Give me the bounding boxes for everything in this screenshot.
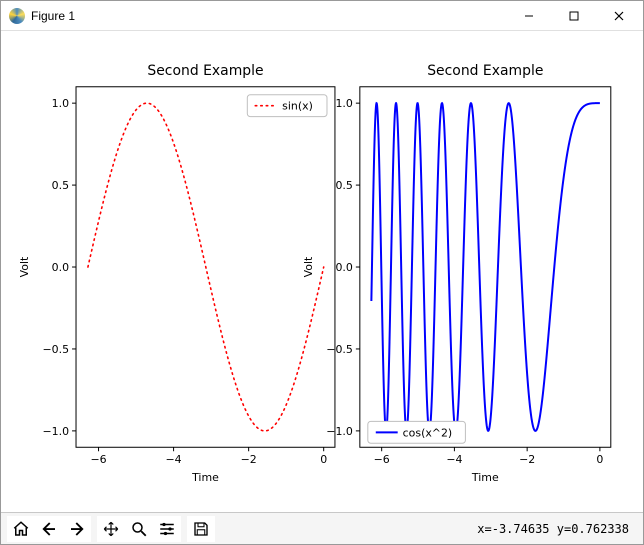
figure-canvas[interactable]: −6 −4 −2 0 −1.0 −0.5 0.0 0.5 1.0 Time Volt Second E… [1,31,643,512]
svg-text:0.5: 0.5 [335,179,352,192]
back-button[interactable] [35,516,63,542]
svg-text:Second Example: Second Example [427,63,543,79]
configure-subplots-button[interactable] [153,516,181,542]
plot-svg: −6 −4 −2 0 −1.0 −0.5 0.0 0.5 1.0 Time Volt Second E… [1,31,643,512]
svg-text:0.0: 0.0 [52,261,69,274]
svg-text:Time: Time [191,471,219,484]
svg-text:1.0: 1.0 [52,97,69,110]
svg-text:−4: −4 [166,453,182,466]
zoom-button[interactable] [125,516,153,542]
svg-text:Time: Time [471,471,499,484]
svg-text:−0.5: −0.5 [42,343,69,356]
svg-text:−6: −6 [374,453,390,466]
svg-text:0.5: 0.5 [52,179,69,192]
close-button[interactable] [596,1,641,31]
matplotlib-icon [9,8,25,24]
svg-text:−4: −4 [446,453,462,466]
svg-text:−1.0: −1.0 [326,425,353,438]
svg-text:0: 0 [320,453,327,466]
pan-button[interactable] [97,516,125,542]
forward-button[interactable] [63,516,91,542]
svg-text:0: 0 [596,453,603,466]
minimize-button[interactable] [506,1,551,31]
titlebar: Figure 1 [1,1,643,31]
save-button[interactable] [187,516,215,542]
svg-text:−2: −2 [241,453,257,466]
svg-text:cos(x^2): cos(x^2) [403,426,453,439]
maximize-button[interactable] [551,1,596,31]
svg-text:−1.0: −1.0 [42,425,69,438]
toolbar: x=-3.74635 y=0.762338 [1,512,643,544]
svg-text:sin(x): sin(x) [282,100,313,113]
svg-text:1.0: 1.0 [335,97,352,110]
svg-text:−6: −6 [90,453,106,466]
svg-text:0.0: 0.0 [335,261,352,274]
svg-text:−2: −2 [519,453,535,466]
window-title: Figure 1 [31,9,75,23]
svg-text:Volt: Volt [302,256,315,277]
svg-text:Volt: Volt [18,256,31,277]
svg-text:Second Example: Second Example [147,63,263,79]
svg-text:−0.5: −0.5 [326,343,353,356]
cursor-coordinates: x=-3.74635 y=0.762338 [477,522,637,536]
home-button[interactable] [7,516,35,542]
